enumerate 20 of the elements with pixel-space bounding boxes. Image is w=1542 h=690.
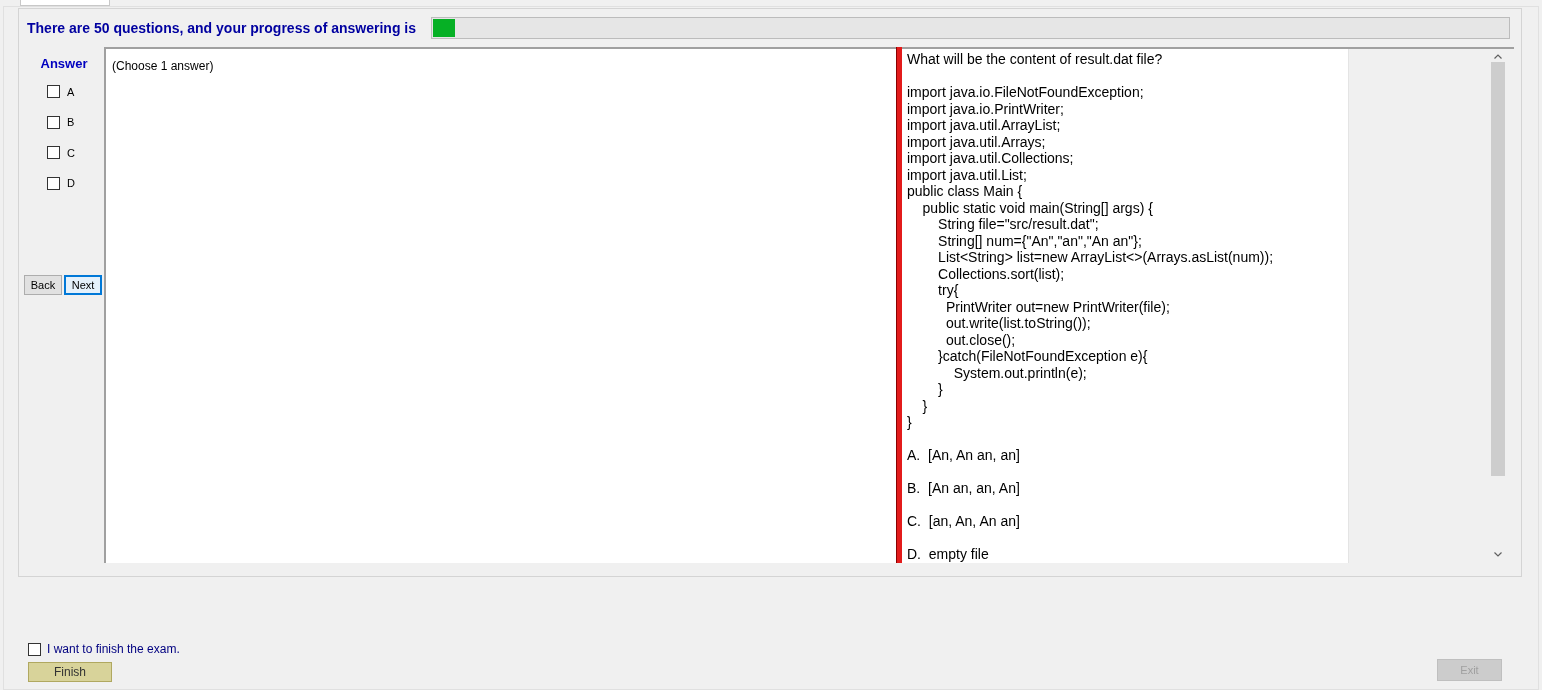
option-label: C (67, 145, 75, 161)
checkbox[interactable] (47, 176, 60, 190)
scroll-down-icon[interactable] (1494, 552, 1502, 557)
checkbox[interactable] (47, 85, 60, 99)
next-button[interactable]: Next (64, 275, 102, 295)
option-label: D (67, 176, 75, 191)
finish-confirm-label: I want to finish the exam. (47, 641, 180, 658)
question-text: What will be the content of result.dat file? import java.io.FileNotFoundException; import java.io.PrintWriter; import java.util.ArrayList; import java.util.Arrays; import java.util.Collections; import java.util.List; public class Main { public static void main(String[] args) { String file="src/result.dat"; String[] num={"An","an","An an"}; List<String> list=new ArrayList<>(Arrays.asList(num)); Collections.sort(list); try{ PrintWriter out=new PrintWriter(file); out.write(list.toString()); out.close(); }catch(FileNotFoundException e){ System.out.println(e); } } } A. [An, An an, an] B. [An an, an, An] C. [an, An, An an] D. empty file (902, 49, 1348, 563)
scrollbar-thumb[interactable] (1491, 62, 1505, 476)
progress-label: There are 50 questions, and your progress of answering is (27, 18, 416, 38)
checkbox[interactable] (47, 115, 60, 129)
checkbox[interactable] (28, 642, 41, 656)
option-label: B (67, 115, 75, 130)
answer-title: Answer (40, 55, 88, 73)
answer-instruction: (Choose 1 answer) (112, 59, 214, 73)
finish-button[interactable]: Finish (28, 662, 112, 682)
scroll-up-icon[interactable] (1494, 54, 1502, 59)
option-label: A (67, 84, 75, 100)
checkbox[interactable] (47, 146, 60, 160)
back-button[interactable]: Back (24, 275, 62, 295)
